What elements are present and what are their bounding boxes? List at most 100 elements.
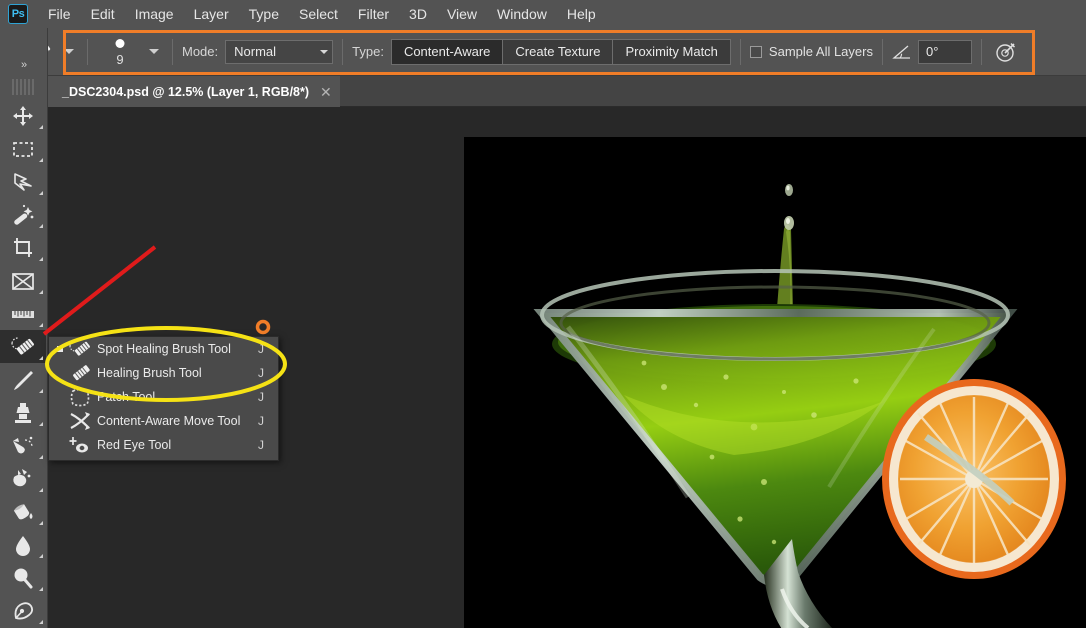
sample-all-layers-checkbox[interactable]: Sample All Layers <box>749 44 873 59</box>
pressure-for-size-button[interactable] <box>991 38 1021 66</box>
pen-icon <box>14 601 34 619</box>
close-icon[interactable]: ✕ <box>320 85 332 99</box>
divider <box>342 38 344 65</box>
tool-clone-stamp[interactable] <box>0 396 46 429</box>
document-image[interactable] <box>464 137 1086 628</box>
tool-crop[interactable] <box>0 231 46 264</box>
flyout-label: Healing Brush Tool <box>97 366 202 380</box>
divider <box>172 38 173 65</box>
tool-rectangular-marquee[interactable] <box>0 132 46 165</box>
tool-eyedropper[interactable] <box>0 297 46 330</box>
menu-file[interactable]: File <box>38 2 81 26</box>
flyout-shortcut: J <box>258 366 264 380</box>
tool-pen[interactable] <box>0 594 46 627</box>
frame-icon <box>12 272 34 290</box>
tool-quick-selection[interactable] <box>0 198 46 231</box>
flyout-item-spot-healing-brush-tool[interactable]: Spot Healing Brush Tool J <box>49 337 278 361</box>
tool-expand-triangle-icon <box>39 521 43 525</box>
flyout-label: Spot Healing Brush Tool <box>97 342 231 356</box>
tool-expand-triangle-icon <box>39 587 43 591</box>
menu-view[interactable]: View <box>437 2 487 26</box>
brush-size-preview[interactable]: 9 <box>97 34 143 70</box>
flyout-item-healing-brush-tool[interactable]: Healing Brush Tool J <box>49 361 278 385</box>
menu-3d[interactable]: 3D <box>399 2 437 26</box>
tool-dodge[interactable] <box>0 561 46 594</box>
tool-eraser[interactable] <box>0 462 46 495</box>
brush-size-chevron-down-icon[interactable] <box>149 49 159 54</box>
tool-history-brush[interactable] <box>0 429 46 462</box>
flyout-label: Patch Tool <box>97 390 156 404</box>
tool-move[interactable] <box>0 99 46 132</box>
flyout-shortcut: J <box>258 342 264 356</box>
move-icon <box>13 105 33 126</box>
tool-expand-triangle-icon <box>39 455 43 459</box>
red-eye-icon <box>67 435 93 455</box>
document-tab-title: _DSC2304.psd @ 12.5% (Layer 1, RGB/8*) <box>62 84 310 99</box>
healing-brush-icon <box>11 336 34 354</box>
menu-edit[interactable]: Edit <box>81 2 125 26</box>
divider <box>87 38 88 65</box>
eyedropper-ruler-icon <box>12 310 34 318</box>
type-content-aware-button[interactable]: Content-Aware <box>391 39 504 64</box>
menu-select[interactable]: Select <box>289 2 348 26</box>
flyout-shortcut: J <box>258 390 264 404</box>
menu-layer[interactable]: Layer <box>184 2 239 26</box>
divider <box>739 38 741 65</box>
tool-expand-triangle-icon <box>39 488 43 492</box>
menu-filter[interactable]: Filter <box>348 2 399 26</box>
tool-expand-triangle-icon <box>39 158 43 162</box>
divider <box>881 38 883 65</box>
brush-preset-chevron-down-icon[interactable] <box>64 49 74 54</box>
healing-brush-icon <box>67 363 93 383</box>
type-create-texture-button[interactable]: Create Texture <box>503 39 614 64</box>
tool-expand-triangle-icon <box>39 356 43 360</box>
tool-frame[interactable] <box>0 264 46 297</box>
menu-window[interactable]: Window <box>487 2 557 26</box>
flyout-item-patch-tool[interactable]: Patch Tool J <box>49 385 278 409</box>
blend-mode-select[interactable]: Normal <box>225 39 334 64</box>
menu-type[interactable]: Type <box>239 2 289 26</box>
tool-blur[interactable] <box>0 528 46 561</box>
content-aware-move-icon <box>67 411 93 431</box>
collapse-panel-button[interactable]: » <box>0 54 47 76</box>
tool-expand-triangle-icon <box>39 257 43 261</box>
flyout-item-red-eye-tool[interactable]: Red Eye Tool J <box>49 433 278 457</box>
lasso-icon <box>14 172 32 191</box>
flyout-item-content-aware-move-tool[interactable]: Content-Aware Move Tool J <box>49 409 278 433</box>
patch-icon <box>67 387 93 407</box>
tool-expand-triangle-icon <box>39 620 43 624</box>
flyout-shortcut: J <box>258 438 264 452</box>
marquee-icon <box>13 141 33 157</box>
tool-brush[interactable] <box>0 363 46 396</box>
tool-expand-triangle-icon <box>39 389 43 393</box>
brush-angle-input[interactable]: 0° <box>917 39 972 64</box>
cocktail-photo <box>464 137 1086 628</box>
sample-all-layers-label: Sample All Layers <box>768 44 873 59</box>
menu-image[interactable]: Image <box>125 2 184 26</box>
type-label: Type: <box>352 44 384 59</box>
tool-expand-triangle-icon <box>39 554 43 558</box>
type-proximity-match-button[interactable]: Proximity Match <box>613 39 730 64</box>
flyout-shortcut: J <box>258 414 264 428</box>
checkbox-box-icon <box>749 45 762 58</box>
tool-lasso[interactable] <box>0 165 46 198</box>
menu-bar: Ps File Edit Image Layer Type Select Fil… <box>0 0 1086 28</box>
tool-gradient[interactable] <box>0 495 46 528</box>
brush-tip-dot-icon <box>115 38 125 48</box>
tools-panel-grip[interactable] <box>12 79 35 95</box>
healing-tools-flyout-menu: Spot Healing Brush Tool J Healing Brush … <box>48 336 279 461</box>
spot-healing-brush-icon <box>67 339 93 359</box>
document-tab[interactable]: _DSC2304.psd @ 12.5% (Layer 1, RGB/8*) ✕ <box>48 76 340 107</box>
dodge-icon <box>14 568 33 588</box>
divider <box>980 38 982 65</box>
tool-spot-healing-brush[interactable] <box>0 330 46 363</box>
tool-expand-triangle-icon <box>39 323 43 327</box>
flyout-label: Red Eye Tool <box>97 438 172 452</box>
tool-expand-triangle-icon <box>39 191 43 195</box>
paint-bucket-icon <box>13 503 33 519</box>
menu-help[interactable]: Help <box>557 2 606 26</box>
tool-options-bar: 9 Mode: Normal Type: Content-Aware Creat… <box>0 28 1086 76</box>
paintbrush-icon <box>14 370 33 390</box>
eraser-icon <box>13 468 31 486</box>
tool-expand-triangle-icon <box>39 290 43 294</box>
